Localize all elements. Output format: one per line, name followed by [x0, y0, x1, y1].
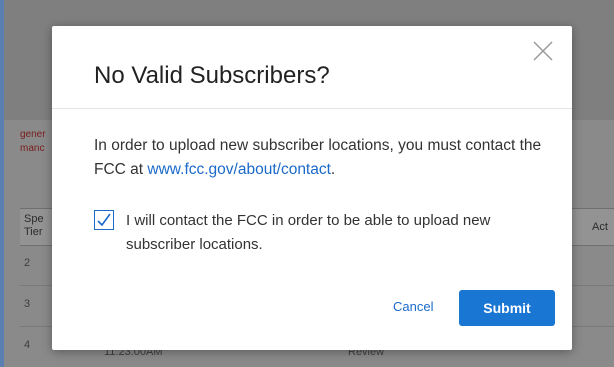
alert-line: gener	[20, 129, 46, 140]
message-suffix: .	[330, 161, 336, 178]
background-alert: gener manc	[20, 128, 46, 156]
modal-title: No Valid Subscribers?	[94, 62, 330, 89]
checkbox-label: I will contact the FCC in order to be ab…	[126, 212, 491, 253]
header-actions: Act	[592, 221, 608, 233]
submit-button[interactable]: Submit	[459, 290, 555, 326]
contact-link[interactable]: www.fcc.gov/about/contact	[147, 161, 331, 178]
modal-dialog: No Valid Subscribers? In order to upload…	[52, 26, 572, 350]
cancel-button[interactable]: Cancel	[393, 299, 433, 314]
header-speed: Spe	[24, 213, 44, 225]
window-frame	[0, 0, 4, 367]
divider	[52, 108, 572, 109]
row-number: 4	[24, 339, 31, 351]
row-number: 3	[24, 298, 31, 310]
row-number: 2	[24, 257, 31, 269]
modal-message: In order to upload new subscriber locati…	[94, 134, 544, 182]
header-tier: Tier	[24, 226, 43, 238]
checkmark-icon	[97, 213, 111, 227]
alert-line: manc	[20, 143, 45, 154]
close-icon	[533, 41, 553, 61]
acknowledge-checkbox[interactable]	[94, 210, 114, 230]
close-button[interactable]	[532, 40, 554, 62]
